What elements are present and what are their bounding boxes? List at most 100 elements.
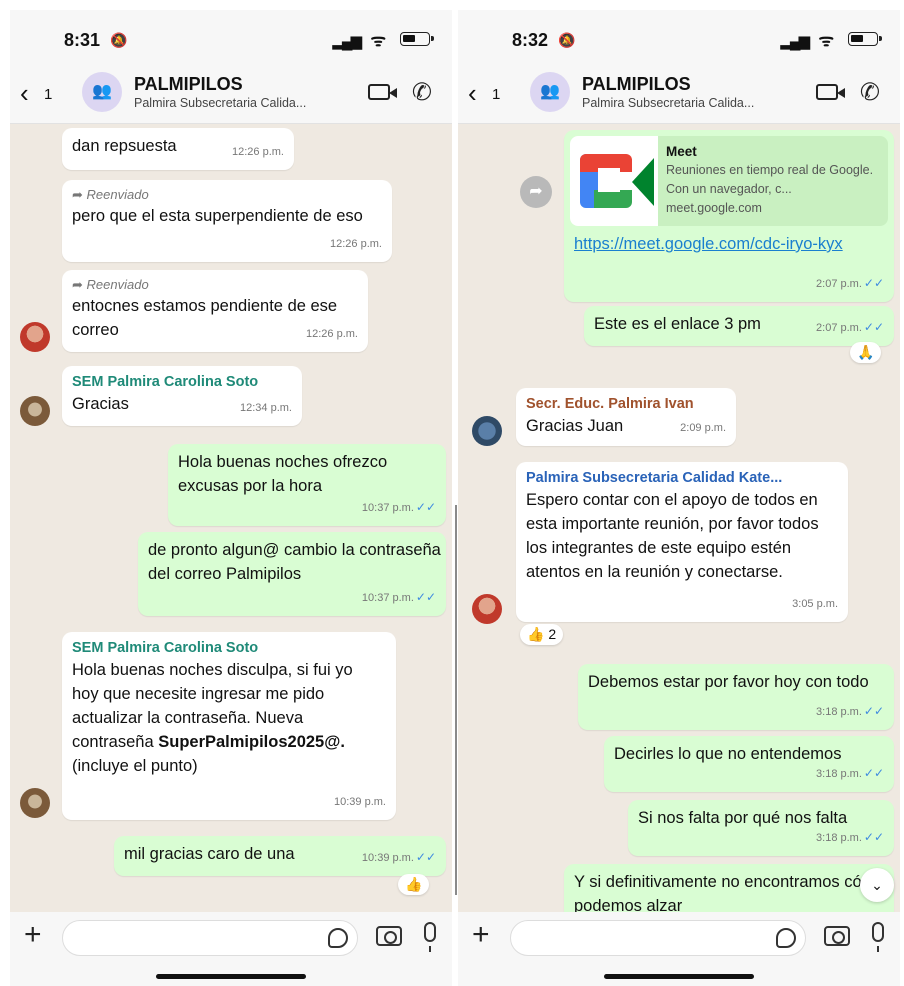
phone-call-icon[interactable]: ✆ bbox=[412, 78, 432, 107]
forwarded-label: ➦ Reenviado bbox=[72, 277, 149, 292]
forwarded-label: ➦ Reenviado bbox=[72, 187, 149, 202]
composer-bar: + bbox=[458, 912, 900, 986]
message-bubble[interactable]: ➦ Reenviado pero que el esta superpendie… bbox=[62, 180, 392, 262]
camera-icon[interactable] bbox=[824, 926, 850, 946]
mic-icon[interactable] bbox=[872, 922, 884, 952]
mute-bell-icon: 🔕 bbox=[558, 32, 576, 48]
message-text: Gracias Juan bbox=[526, 417, 624, 435]
composer-bar: + bbox=[10, 912, 452, 986]
back-count[interactable]: 1 bbox=[492, 86, 500, 103]
chat-subtitle[interactable]: Palmira Subsecretaria Calida... bbox=[134, 96, 306, 110]
message-time: 2:07 p.m. ✓✓ bbox=[816, 320, 884, 334]
message-bubble[interactable]: Este es el enlace 3 pm 2:07 p.m. ✓✓ bbox=[584, 306, 894, 346]
link-preview-desc: Reuniones en tiempo real de Google. Con … bbox=[666, 163, 874, 196]
group-avatar-icon[interactable]: 👥 bbox=[530, 72, 570, 112]
message-bubble[interactable]: ➦ Reenviado entocnes estamos pendiente d… bbox=[62, 270, 368, 352]
meet-link[interactable]: https://meet.google.com/cdc-iryo-kyx bbox=[570, 232, 880, 256]
sticker-icon[interactable] bbox=[776, 928, 796, 948]
phone-call-icon[interactable]: ✆ bbox=[860, 78, 880, 107]
read-ticks-icon: ✓✓ bbox=[863, 830, 884, 844]
message-input[interactable] bbox=[62, 920, 358, 956]
back-chevron-icon[interactable]: ‹ bbox=[468, 80, 477, 106]
sender-name[interactable]: SEM Palmira Carolina Soto bbox=[72, 372, 292, 392]
message-bubble[interactable]: Palmira Subsecretaria Calidad Kate... Es… bbox=[516, 462, 848, 622]
mic-icon[interactable] bbox=[424, 922, 436, 952]
chat-header: ‹ 1 👥 PALMIPILOS Palmira Subsecretaria C… bbox=[458, 62, 900, 124]
home-indicator[interactable] bbox=[156, 974, 306, 979]
chat-header: ‹ 1 👥 PALMIPILOS Palmira Subsecretaria C… bbox=[10, 62, 452, 124]
message-text: Decirles lo que no entendemos bbox=[614, 745, 842, 763]
read-ticks-icon: ✓✓ bbox=[863, 704, 884, 718]
message-text: Espero contar con el apoyo de todos en e… bbox=[526, 491, 819, 581]
reaction-badge[interactable]: 👍 2 bbox=[520, 624, 564, 645]
chat-title[interactable]: PALMIPILOS bbox=[582, 74, 691, 95]
reaction-badge[interactable]: 🙏 bbox=[850, 342, 882, 363]
message-bubble[interactable]: Debemos estar por favor hoy con todo 3:1… bbox=[578, 664, 894, 730]
message-text: Hola buenas noches disculpa, si fui yo h… bbox=[72, 661, 353, 775]
avatar[interactable] bbox=[20, 788, 50, 818]
sender-name[interactable]: SEM Palmira Carolina Soto bbox=[72, 638, 386, 658]
message-text: Hola buenas noches ofrezco excusas por l… bbox=[178, 453, 388, 495]
message-list[interactable]: dan repsuesta 12:26 p.m. ➦ Reenviado per… bbox=[10, 124, 452, 912]
link-preview-text: Meet Reuniones en tiempo real de Google.… bbox=[658, 136, 888, 226]
plus-icon[interactable]: + bbox=[24, 918, 42, 952]
message-text: Gracias bbox=[72, 395, 129, 413]
link-preview[interactable]: Meet Reuniones en tiempo real de Google.… bbox=[570, 136, 888, 226]
signal-icon: ▂▄▆ bbox=[332, 33, 362, 50]
sticker-icon[interactable] bbox=[328, 928, 348, 948]
message-time: 10:39 p.m. bbox=[334, 796, 386, 808]
message-time: 3:18 p.m. ✓✓ bbox=[816, 766, 884, 780]
message-text: pero que el esta superpendiente de eso bbox=[72, 207, 363, 225]
read-ticks-icon: ✓✓ bbox=[415, 590, 436, 604]
message-text: Y si definitivamente no encontramos cómo… bbox=[574, 873, 885, 912]
message-text: de pronto algun@ cambio la contraseña de… bbox=[148, 541, 441, 583]
message-list[interactable]: ➦ Meet Reuniones en tiempo real de Googl… bbox=[458, 124, 900, 912]
sender-name[interactable]: Palmira Subsecretaria Calidad Kate... bbox=[526, 468, 838, 488]
message-bubble[interactable]: mil gracias caro de una 10:39 p.m. ✓✓ bbox=[114, 836, 446, 876]
status-bar: 8:32 🔕 ▂▄▆ ᯤ bbox=[458, 10, 900, 62]
avatar[interactable] bbox=[472, 416, 502, 446]
wifi-icon: ᯤ bbox=[818, 31, 834, 50]
message-bubble[interactable]: Decirles lo que no entendemos 3:18 p.m. ✓… bbox=[604, 736, 894, 792]
message-bubble[interactable]: Secr. Educ. Palmira Ivan Gracias Juan 2:… bbox=[516, 388, 736, 446]
avatar[interactable] bbox=[20, 322, 50, 352]
message-bubble[interactable]: Y si definitivamente no encontramos cómo… bbox=[564, 864, 894, 912]
forward-icon[interactable]: ➦ bbox=[520, 176, 552, 208]
video-call-icon[interactable] bbox=[368, 84, 397, 100]
message-time: 12:26 p.m. bbox=[232, 146, 284, 158]
message-bubble[interactable]: SEM Palmira Carolina Soto Gracias 12:34 … bbox=[62, 366, 302, 426]
status-time: 8:32 bbox=[512, 30, 549, 50]
avatar[interactable] bbox=[20, 396, 50, 426]
message-bubble[interactable]: Meet Reuniones en tiempo real de Google.… bbox=[564, 130, 894, 302]
left-chat-screen: 8:31 🔕 ▂▄▆ ᯤ ‹ 1 👥 PALMIPILOS Palmira Su… bbox=[10, 10, 452, 986]
group-avatar-icon[interactable]: 👥 bbox=[82, 72, 122, 112]
avatar[interactable] bbox=[472, 594, 502, 624]
meet-logo-icon bbox=[570, 136, 658, 226]
plus-icon[interactable]: + bbox=[472, 918, 490, 952]
message-bubble[interactable]: Hola buenas noches ofrezco excusas por l… bbox=[168, 444, 446, 526]
video-call-icon[interactable] bbox=[816, 84, 845, 100]
chevron-down-icon[interactable]: ⌄ bbox=[860, 868, 894, 902]
message-input[interactable] bbox=[510, 920, 806, 956]
home-indicator[interactable] bbox=[604, 974, 754, 979]
message-bubble[interactable]: de pronto algun@ cambio la contraseña de… bbox=[138, 532, 446, 616]
chat-subtitle[interactable]: Palmira Subsecretaria Calida... bbox=[582, 96, 754, 110]
camera-icon[interactable] bbox=[376, 926, 402, 946]
reaction-badge[interactable]: 👍 bbox=[398, 874, 430, 895]
back-count[interactable]: 1 bbox=[44, 86, 52, 103]
message-time: 3:05 p.m. bbox=[792, 598, 838, 610]
message-time: 10:37 p.m. ✓✓ bbox=[361, 590, 436, 604]
wifi-icon: ᯤ bbox=[370, 31, 386, 50]
status-time: 8:31 bbox=[64, 30, 101, 50]
right-chat-screen: 8:32 🔕 ▂▄▆ ᯤ ‹ 1 👥 PALMIPILOS Palmira Su… bbox=[458, 10, 900, 986]
message-bubble[interactable]: SEM Palmira Carolina Soto Hola buenas no… bbox=[62, 632, 396, 820]
message-time: 2:09 p.m. bbox=[680, 422, 726, 434]
password-text: SuperPalmipilos2025@. bbox=[158, 733, 345, 751]
message-bubble[interactable]: dan repsuesta 12:26 p.m. bbox=[62, 128, 294, 170]
sender-name[interactable]: Secr. Educ. Palmira Ivan bbox=[526, 394, 726, 414]
message-bubble[interactable]: Si nos falta por qué nos falta 3:18 p.m.… bbox=[628, 800, 894, 856]
chat-title[interactable]: PALMIPILOS bbox=[134, 74, 243, 95]
back-chevron-icon[interactable]: ‹ bbox=[20, 80, 29, 106]
message-text: Debemos estar por favor hoy con todo bbox=[588, 673, 869, 691]
message-time: 10:37 p.m. ✓✓ bbox=[361, 500, 436, 514]
